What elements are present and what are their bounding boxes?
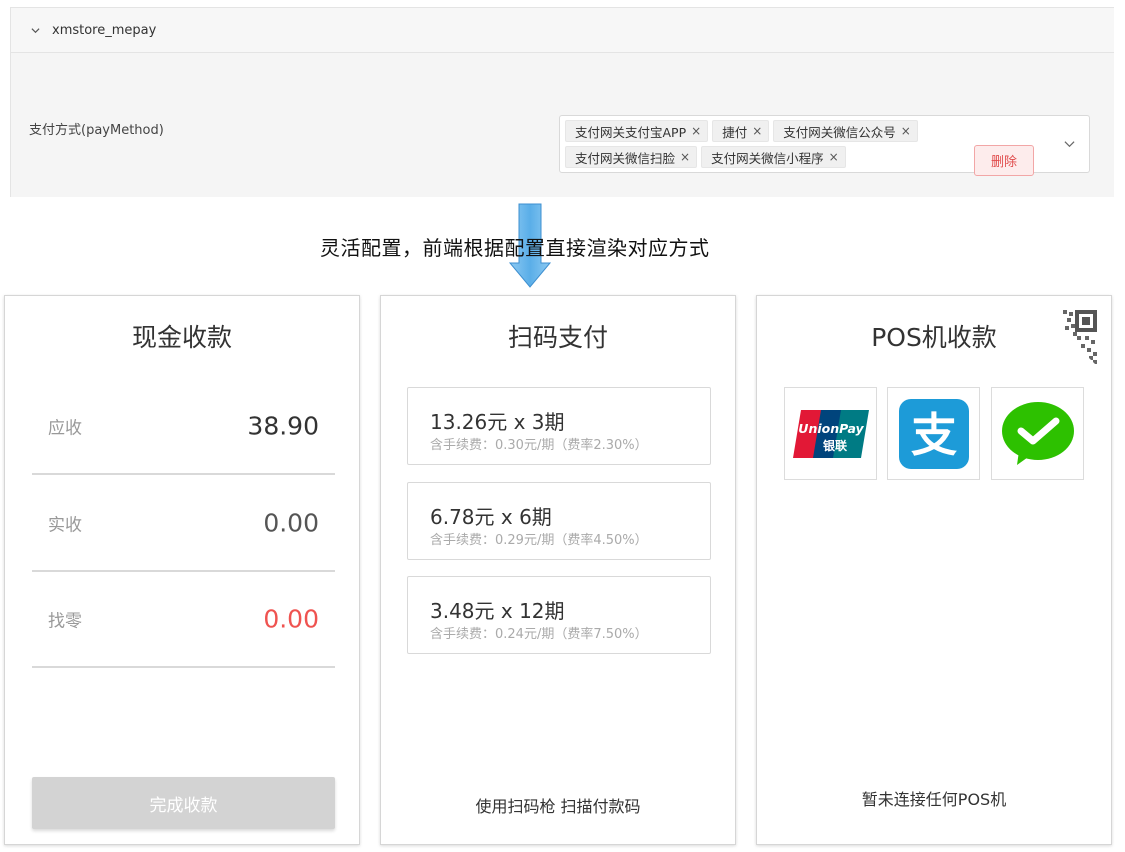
change-value: 0.00: [263, 604, 319, 633]
received-row[interactable]: 实收 0.00: [32, 475, 335, 572]
card-title: POS机收款: [871, 323, 997, 352]
row-label: 实收: [48, 515, 82, 535]
wechat-pay-option[interactable]: [991, 387, 1084, 480]
tag-remove-icon[interactable]: ×: [680, 150, 690, 164]
card-title: 扫码支付: [507, 323, 608, 352]
scan-instruction: 使用扫码枪 扫描付款码: [475, 797, 641, 816]
receivable-value: 38.90: [247, 411, 319, 440]
tag-alipay-app: 支付网关支付宝APP ×: [565, 120, 709, 142]
chevron-down-icon: [31, 27, 40, 33]
alipay-option[interactable]: 支: [887, 387, 980, 480]
tag-jiefu: 捷付 ×: [712, 120, 770, 142]
tag-label: 支付网关支付宝APP: [575, 124, 687, 140]
complete-payment-button[interactable]: 完成收款: [32, 777, 335, 829]
tag-label: 支付网关微信小程序: [711, 150, 824, 166]
unionpay-icon: UnionPay 银联: [792, 409, 869, 458]
pay-method-label: 支付方式(payMethod): [29, 123, 164, 138]
installment-amount: 6.78元 x 6期: [430, 505, 552, 529]
flow-caption: 灵活配置，前端根据配置直接渲染对应方式: [320, 236, 710, 260]
tag-remove-icon[interactable]: ×: [691, 124, 701, 138]
wechat-pay-icon: [1001, 401, 1074, 465]
section-header[interactable]: xmstore_mepay: [11, 7, 1114, 53]
scan-payment-card: 扫码支付 13.26元 x 3期 含手续费：0.30元/期（费率2.30%） 6…: [380, 295, 736, 845]
change-row: 找零 0.00: [32, 571, 335, 668]
installment-amount: 13.26元 x 3期: [430, 410, 565, 434]
installment-fee: 含手续费：0.30元/期（费率2.30%）: [430, 438, 648, 453]
tag-remove-icon[interactable]: ×: [829, 150, 839, 164]
unionpay-text: UnionPay: [798, 421, 864, 436]
installment-amount: 3.48元 x 12期: [430, 599, 565, 623]
installment-option[interactable]: 3.48元 x 12期 含手续费：0.24元/期（费率7.50%）: [407, 576, 711, 654]
card-title: 现金收款: [131, 323, 232, 352]
tag-label: 捷付: [722, 124, 748, 140]
tag-wechat-face: 支付网关微信扫脸 ×: [565, 146, 698, 168]
section-title: xmstore_mepay: [52, 22, 157, 38]
pos-payment-card: POS机收款 UnionPay 银联 支 暂未连接任何POS机: [756, 295, 1112, 845]
tag-wechat-miniapp: 支付网关微信小程序 ×: [701, 146, 846, 168]
unionpay-option[interactable]: UnionPay 银联: [784, 387, 877, 480]
receivable-row: 应收 38.90: [32, 378, 335, 475]
tag-label: 支付网关微信公众号: [783, 124, 896, 140]
installment-option[interactable]: 13.26元 x 3期 含手续费：0.30元/期（费率2.30%）: [407, 387, 711, 465]
tag-remove-icon[interactable]: ×: [752, 124, 762, 138]
received-value[interactable]: 0.00: [263, 508, 319, 537]
installment-fee: 含手续费：0.29元/期（费率4.50%）: [430, 533, 648, 548]
row-label: 找零: [48, 611, 82, 631]
tag-wechat-official: 支付网关微信公众号 ×: [773, 120, 918, 142]
tag-remove-icon[interactable]: ×: [901, 124, 911, 138]
installment-option[interactable]: 6.78元 x 6期 含手续费：0.29元/期（费率4.50%）: [407, 482, 711, 560]
unionpay-cn-text: 银联: [822, 438, 846, 453]
delete-button[interactable]: 删除: [974, 145, 1034, 176]
row-label: 应收: [48, 418, 82, 438]
config-panel: xmstore_mepay 支付方式(payMethod) 支付网关支付宝APP…: [10, 7, 1114, 197]
tag-label: 支付网关微信扫脸: [575, 150, 676, 166]
alipay-glyph: 支: [911, 408, 957, 462]
alipay-icon: 支: [898, 398, 969, 469]
pos-status: 暂未连接任何POS机: [861, 790, 1007, 809]
dropdown-arrow-icon[interactable]: [1064, 138, 1075, 149]
cash-payment-card: 现金收款 应收 38.90 实收 0.00 找零 0.00 完成收款: [4, 295, 360, 845]
installment-fee: 含手续费：0.24元/期（费率7.50%）: [430, 627, 648, 642]
